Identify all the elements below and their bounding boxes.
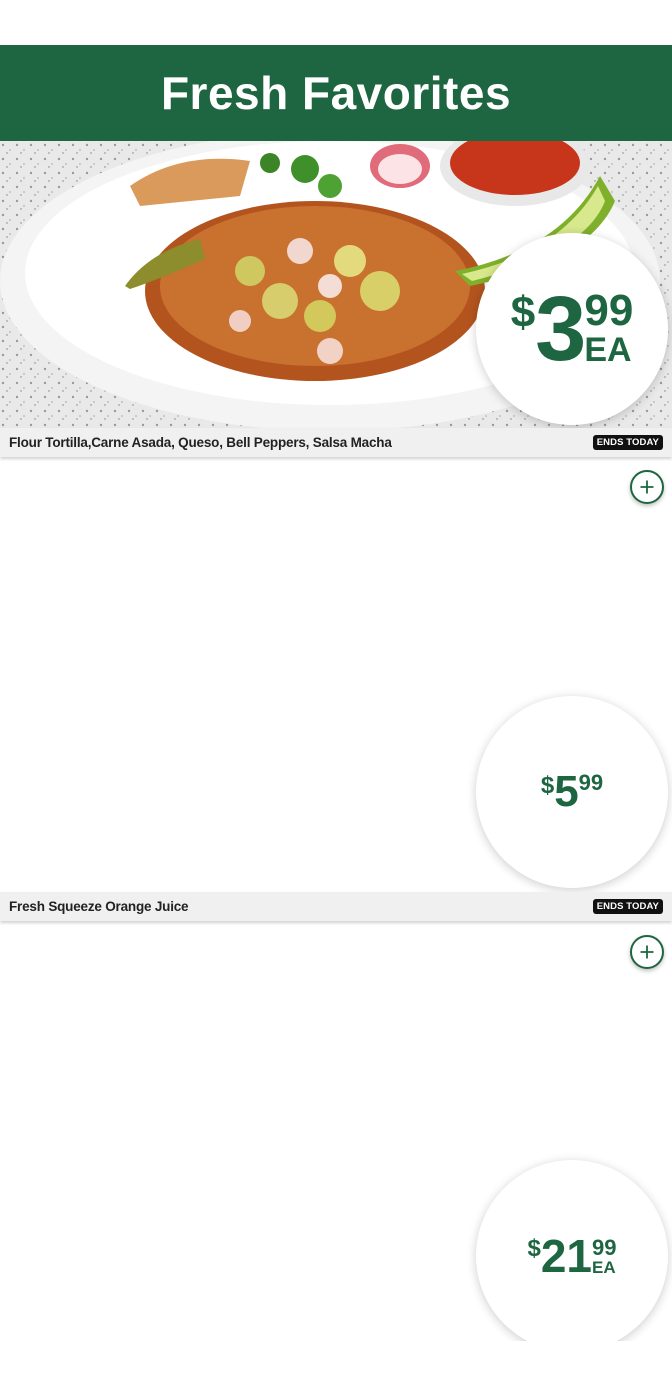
- price-dollars: 5: [554, 767, 579, 816]
- product-card[interactable]: $ 21 99 EA: [0, 930, 672, 1341]
- price-dollars: 3: [535, 278, 586, 380]
- product-name-bar: Fresh Squeeze Orange Juice ENDS TODAY: [0, 892, 672, 921]
- product-name-bar: Flour Tortilla,Carne Asada, Queso, Bell …: [0, 428, 672, 457]
- price-currency: $: [510, 288, 536, 337]
- product-name: Fresh Squeeze Orange Juice: [9, 899, 189, 914]
- price-tag: $ 5 99: [476, 696, 668, 888]
- price-unit: EA: [592, 1258, 616, 1277]
- ends-today-badge: ENDS TODAY: [592, 899, 663, 914]
- section-title: Fresh Favorites: [160, 67, 512, 119]
- ends-today-badge: ENDS TODAY: [592, 435, 663, 450]
- price-currency: $: [540, 772, 555, 799]
- price-unit: EA: [584, 331, 632, 369]
- product-card[interactable]: $ 3 99 EA Flour Tortilla,Carne Asada, Qu…: [0, 141, 672, 461]
- section-header: Fresh Favorites: [0, 45, 672, 141]
- price-currency: $: [527, 1235, 541, 1262]
- price-tag: $ 21 99 EA: [476, 1160, 668, 1341]
- price-tag: $ 3 99 EA: [476, 233, 668, 425]
- price-cents: 99: [592, 1235, 617, 1260]
- product-card[interactable]: $ 5 99 Fresh Squeeze Orange Juice ENDS T…: [0, 465, 672, 925]
- price-cents: 99: [578, 770, 604, 795]
- price-cents: 99: [584, 286, 634, 335]
- price-dollars: 21: [540, 1230, 593, 1282]
- product-name: Flour Tortilla,Carne Asada, Queso, Bell …: [9, 435, 392, 450]
